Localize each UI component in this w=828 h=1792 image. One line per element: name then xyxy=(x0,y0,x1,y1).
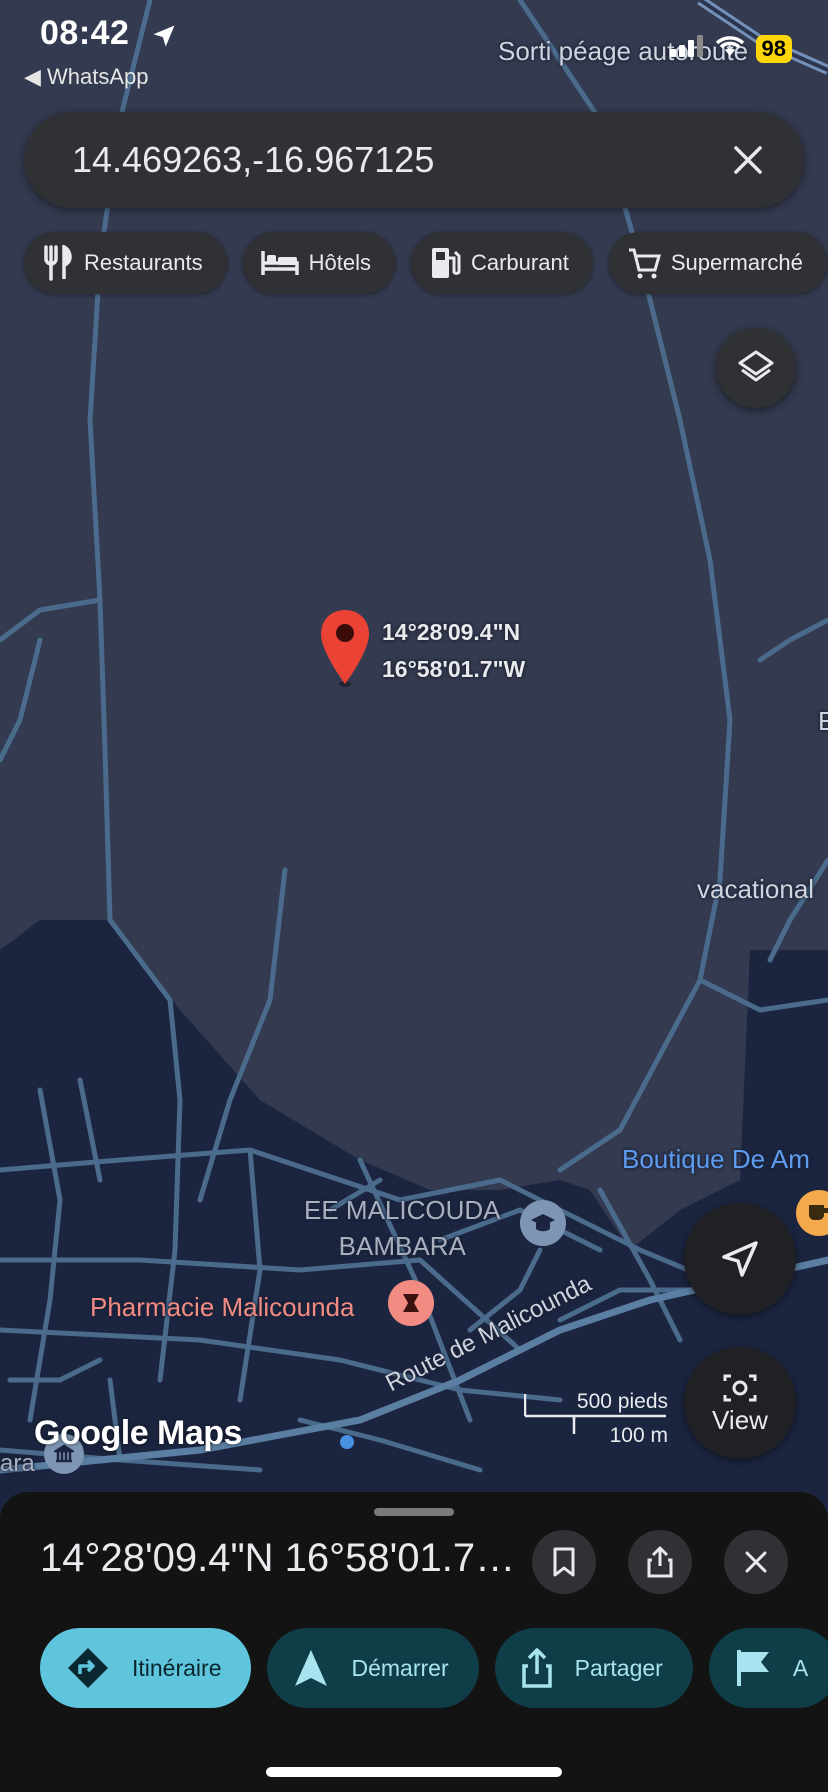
status-time: 08:42 xyxy=(40,14,130,52)
fork-knife-icon xyxy=(44,245,72,281)
view-button[interactable]: View xyxy=(684,1347,796,1459)
layers-button[interactable] xyxy=(716,328,796,408)
chip-label: Supermarché xyxy=(670,250,803,275)
pharmacy-poi-icon[interactable] xyxy=(388,1280,434,1326)
navigation-arrow-icon xyxy=(722,1241,758,1277)
chip-hotels[interactable]: Hôtels xyxy=(242,232,395,294)
location-arrow-icon xyxy=(150,22,178,55)
directions-icon xyxy=(68,1648,108,1688)
map-pin-icon xyxy=(321,610,369,687)
map-label-pharmacy[interactable]: Pharmacie Malicounda xyxy=(90,1292,354,1323)
pin-latitude: 14°28'09.4"N xyxy=(382,619,521,645)
scale-tick xyxy=(572,1416,576,1434)
search-bar[interactable]: 14.469263,-16.967125 xyxy=(24,112,804,208)
map-label-school[interactable]: EE MALICOUDA BAMBARA xyxy=(304,1192,501,1264)
category-chips: Restaurants Hôtels Carburant Supermarché xyxy=(24,232,827,294)
start-label: Démarrer xyxy=(351,1654,449,1681)
label-button[interactable]: A xyxy=(708,1628,828,1708)
cart-icon xyxy=(628,248,661,279)
school-poi-icon[interactable] xyxy=(520,1200,566,1246)
directions-label: Itinéraire xyxy=(132,1654,222,1681)
chip-label: Restaurants xyxy=(84,250,203,275)
map-label-edge: E xyxy=(818,706,828,736)
chip-carburant[interactable]: Carburant xyxy=(410,232,593,294)
pin-longitude: 16°58'01.7"W xyxy=(382,656,526,682)
share-icon xyxy=(647,1546,673,1578)
pin-coordinates: 14°28'09.4"N 16°58'01.7"W xyxy=(382,614,525,688)
status-icons: 98 xyxy=(669,34,792,63)
dropped-pin[interactable] xyxy=(318,608,372,693)
map-scale: 500 pieds 100 m xyxy=(524,1390,668,1448)
my-location-button[interactable] xyxy=(684,1203,796,1315)
view-button-label: View xyxy=(712,1404,768,1435)
bed-icon xyxy=(260,251,299,275)
flag-icon xyxy=(736,1650,769,1686)
chip-supermarche[interactable]: Supermarché xyxy=(608,232,827,294)
google-maps-logo: Google Maps xyxy=(34,1414,242,1452)
label-button-text: A xyxy=(792,1654,809,1681)
wifi-icon xyxy=(714,34,746,63)
action-buttons-row: Itinéraire Démarrer Partager A xyxy=(40,1628,828,1708)
layers-icon xyxy=(738,350,774,382)
directions-button[interactable]: Itinéraire xyxy=(40,1628,252,1708)
map-label-boutique[interactable]: Boutique De Am xyxy=(622,1144,810,1175)
bookmark-icon xyxy=(553,1547,575,1577)
school-name-line1: EE MALICOUDA xyxy=(304,1195,501,1225)
close-icon xyxy=(734,146,762,174)
sheet-drag-handle[interactable] xyxy=(374,1508,454,1516)
search-input[interactable]: 14.469263,-16.967125 xyxy=(72,139,708,181)
chip-restaurants[interactable]: Restaurants xyxy=(24,232,227,294)
navigation-icon xyxy=(295,1650,328,1686)
clear-search-button[interactable] xyxy=(708,120,788,200)
map-label-left-edge: ara xyxy=(0,1450,35,1477)
chip-label: Hôtels xyxy=(308,250,371,275)
map-label-vacational: vacational xyxy=(697,874,815,904)
back-to-app-link[interactable]: ◀ WhatsApp xyxy=(24,64,149,90)
home-indicator[interactable] xyxy=(266,1767,562,1777)
save-button[interactable] xyxy=(532,1530,596,1594)
fuel-pump-icon xyxy=(431,248,461,278)
battery-indicator: 98 xyxy=(755,34,792,63)
signal-icon xyxy=(669,35,704,62)
camera-icon xyxy=(723,1374,757,1401)
close-icon xyxy=(745,1551,767,1573)
share-button[interactable]: Partager xyxy=(494,1628,693,1708)
start-button[interactable]: Démarrer xyxy=(267,1628,479,1708)
chip-label: Carburant xyxy=(470,250,569,275)
share-label: Partager xyxy=(574,1654,663,1681)
school-name-line2: BAMBARA xyxy=(338,1231,466,1261)
place-title: 14°28'09.4"N 16°58'01.7"W xyxy=(40,1536,520,1580)
close-sheet-button[interactable] xyxy=(724,1530,788,1594)
share-icon xyxy=(521,1648,552,1688)
share-icon-button[interactable] xyxy=(628,1530,692,1594)
